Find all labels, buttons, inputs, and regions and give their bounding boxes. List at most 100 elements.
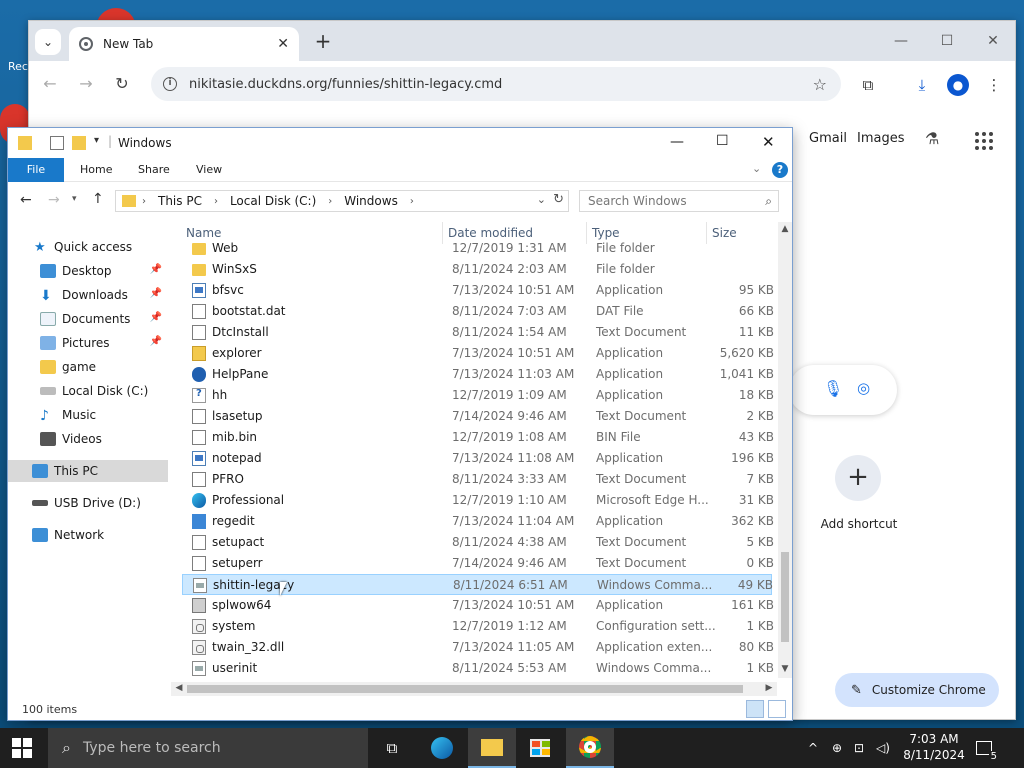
horizontal-scrollbar[interactable]: ◀ ▶ — [171, 682, 777, 696]
refresh-icon[interactable]: ↻ — [553, 192, 564, 207]
taskbar-search-box[interactable]: ⌕ Type here to search — [48, 728, 368, 768]
table-row[interactable]: explorer 7/13/2024 10:51 AM Application 5,6… — [182, 343, 774, 364]
clock[interactable]: 7:03 AM 8/11/2024 — [898, 731, 970, 763]
table-row[interactable]: HelpPane 7/13/2024 11:03 AM Application 1,0… — [182, 364, 774, 385]
scroll-thumb[interactable] — [187, 685, 743, 693]
ribbon-tab-home[interactable]: Home — [68, 158, 124, 182]
nav-game[interactable]: game — [8, 356, 168, 378]
download-icon[interactable]: ⤓ — [911, 74, 933, 96]
vertical-scrollbar[interactable]: ▲ ▼ — [778, 222, 792, 678]
google-apps-grid-icon[interactable] — [975, 132, 993, 150]
close-icon[interactable]: ✕ — [979, 29, 1007, 53]
forward-arrow-icon[interactable]: → — [75, 73, 97, 95]
nav-local-disk[interactable]: Local Disk (C:) — [8, 380, 168, 402]
forward-arrow-icon[interactable]: → — [48, 192, 60, 208]
edge-icon[interactable] — [418, 728, 466, 768]
gmail-link[interactable]: Gmail — [809, 131, 847, 146]
scroll-left-icon[interactable]: ◀ — [173, 683, 185, 695]
google-search-box[interactable]: 🎙 ◎ — [789, 365, 897, 415]
tab-new-tab[interactable]: New Tab ✕ — [69, 27, 299, 61]
nav-network[interactable]: Network — [8, 524, 168, 546]
extensions-puzzle-icon[interactable]: ⧉ — [857, 74, 879, 96]
file-explorer-taskbar-icon[interactable] — [468, 728, 516, 768]
google-lens-icon[interactable]: ◎ — [857, 379, 870, 397]
nav-documents[interactable]: Documents 📌 — [8, 308, 168, 330]
help-icon[interactable]: ? — [772, 162, 788, 178]
table-row[interactable]: Professional 12/7/2019 1:10 AM Microsoft E… — [182, 490, 774, 511]
scroll-thumb[interactable] — [781, 552, 789, 642]
crumb-local-disk[interactable]: Local Disk (C:) — [230, 194, 316, 208]
nav-music[interactable]: ♪ Music — [8, 404, 168, 426]
pin-icon[interactable]: 📌 — [150, 312, 162, 323]
voice-search-mic-icon[interactable]: 🎙 — [823, 379, 843, 398]
address-breadcrumb[interactable]: › This PC › Local Disk (C:) › Windows › … — [115, 190, 569, 212]
recent-locations-icon[interactable]: ▾ — [72, 194, 77, 204]
chrome-menu-icon[interactable]: ⋮ — [983, 74, 1005, 96]
table-row[interactable]: userinit 8/11/2024 5:53 AM Windows Comma..… — [182, 658, 774, 678]
up-arrow-icon[interactable]: ↑ — [92, 191, 104, 207]
reload-icon[interactable]: ↻ — [111, 73, 133, 95]
scroll-up-icon[interactable]: ▲ — [779, 224, 791, 236]
search-input[interactable]: Search Windows ⌕ — [579, 190, 779, 212]
table-row[interactable]: mib.bin 12/7/2019 1:08 AM BIN File 43 KB — [182, 427, 774, 448]
table-row[interactable]: system 12/7/2019 1:12 AM Configuration set… — [182, 616, 774, 637]
properties-icon[interactable] — [50, 136, 64, 150]
scroll-down-icon[interactable]: ▼ — [779, 664, 791, 676]
back-arrow-icon[interactable]: ← — [39, 73, 61, 95]
profile-avatar[interactable]: ● — [947, 74, 969, 96]
customize-chrome-button[interactable]: ✎ Customize Chrome — [835, 673, 999, 707]
back-arrow-icon[interactable]: ← — [20, 192, 32, 208]
new-folder-icon[interactable] — [72, 136, 86, 150]
table-row[interactable]: DtcInstall 8/11/2024 1:54 AM Text Document… — [182, 322, 774, 343]
pin-icon[interactable]: 📌 — [150, 264, 162, 275]
tab-close-icon[interactable]: ✕ — [277, 36, 289, 52]
images-link[interactable]: Images — [857, 131, 905, 146]
store-icon[interactable] — [516, 728, 564, 768]
network-icon[interactable]: ⊡ — [854, 728, 864, 768]
nav-desktop[interactable]: Desktop 📌 — [8, 260, 168, 282]
chrome-taskbar-icon[interactable] — [566, 728, 614, 768]
tray-app-icon[interactable]: ⊕ — [832, 728, 842, 768]
url-text[interactable]: nikitasie.duckdns.org/funnies/shittin-le… — [189, 77, 813, 92]
address-bar[interactable]: i nikitasie.duckdns.org/funnies/shittin-… — [151, 67, 841, 101]
table-row[interactable]: regedit 7/13/2024 11:04 AM Application 362 … — [182, 511, 774, 532]
crumb-windows[interactable]: Windows — [344, 194, 398, 208]
close-icon[interactable]: ✕ — [762, 133, 775, 151]
nav-this-pc[interactable]: This PC — [8, 460, 168, 482]
minimize-icon[interactable]: — — [670, 134, 684, 150]
ribbon-tab-share[interactable]: Share — [126, 158, 182, 182]
table-row[interactable]: lsasetup 7/14/2024 9:46 AM Text Document 2 … — [182, 406, 774, 427]
table-row[interactable]: hh 12/7/2019 1:09 AM Application 18 KB — [182, 385, 774, 406]
table-row[interactable]: shittin-legacy 8/11/2024 6:51 AM Windows C… — [182, 574, 773, 595]
scroll-right-icon[interactable]: ▶ — [763, 683, 775, 695]
table-row[interactable]: bootstat.dat 8/11/2024 7:03 AM DAT File 66 … — [182, 301, 774, 322]
table-row[interactable]: bfsvc 7/13/2024 10:51 AM Application 95 KB — [182, 280, 774, 301]
table-row[interactable]: twain_32.dll 7/13/2024 11:05 AM Applicatio… — [182, 637, 774, 658]
crumb-this-pc[interactable]: This PC — [158, 194, 202, 208]
maximize-icon[interactable]: ☐ — [716, 133, 729, 149]
pin-icon[interactable]: 📌 — [150, 336, 162, 347]
tray-expand-chevron-icon[interactable]: ^ — [808, 728, 818, 768]
volume-icon[interactable]: ◁) — [876, 728, 890, 768]
labs-flask-icon[interactable]: ⚗ — [925, 129, 939, 148]
windows-start-icon[interactable] — [12, 738, 32, 758]
notifications-icon[interactable]: 5 — [976, 728, 999, 768]
ribbon-tab-view[interactable]: View — [184, 158, 234, 182]
table-row[interactable]: setuperr 7/14/2024 9:46 AM Text Document 0 … — [182, 553, 774, 574]
nav-usb-drive[interactable]: USB Drive (D:) — [8, 492, 168, 514]
minimize-icon[interactable]: — — [887, 29, 915, 53]
ribbon-expand-chevron-icon[interactable]: ⌄ — [752, 162, 761, 175]
address-dropdown-icon[interactable]: ⌄ — [537, 193, 546, 206]
qat-dropdown-icon[interactable]: ▾ — [94, 135, 99, 146]
task-view-icon[interactable]: ⧉ — [368, 728, 416, 768]
pin-icon[interactable]: 📌 — [150, 288, 162, 299]
table-row[interactable]: setupact 8/11/2024 4:38 AM Text Document 5 … — [182, 532, 774, 553]
new-tab-button[interactable]: + — [311, 29, 335, 53]
table-row[interactable]: WinSxS 8/11/2024 2:03 AM File folder — [182, 259, 772, 280]
tab-search-chevron-icon[interactable]: ⌄ — [35, 29, 61, 55]
table-row[interactable]: splwow64 7/13/2024 10:51 AM Application 161… — [182, 595, 774, 616]
add-shortcut-plus-icon[interactable]: + — [835, 455, 881, 501]
nav-quick-access[interactable]: ★ Quick access — [8, 236, 168, 258]
large-icons-view-icon[interactable] — [768, 700, 786, 718]
maximize-icon[interactable]: ☐ — [933, 29, 961, 53]
